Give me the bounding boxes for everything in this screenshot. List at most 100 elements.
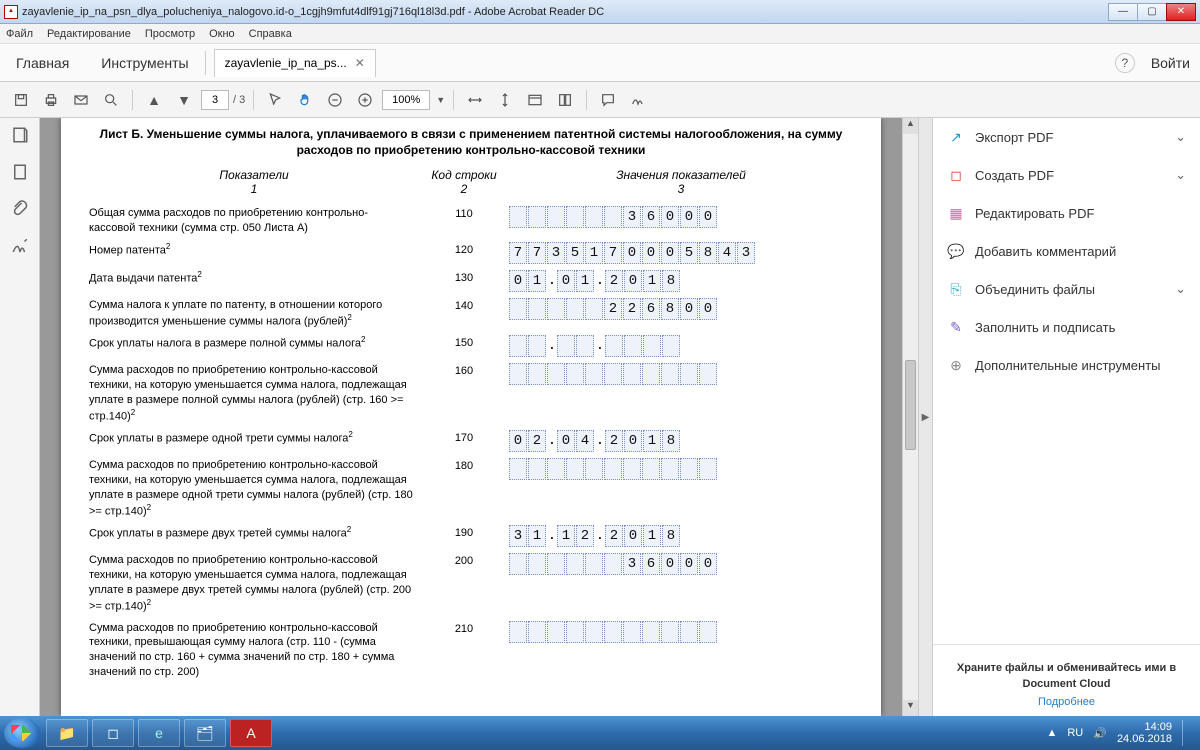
- zoom-in-icon[interactable]: [352, 87, 378, 113]
- attachments-icon[interactable]: [11, 200, 29, 221]
- row-code: 170: [419, 430, 509, 444]
- scroll-down-icon[interactable]: ▼: [903, 700, 918, 716]
- value-cell: 1: [643, 525, 661, 547]
- row-label: Дата выдачи патента2: [89, 270, 419, 287]
- row-value: 7735170005843: [509, 242, 756, 264]
- tool-item[interactable]: ✎Заполнить и подписать: [933, 308, 1200, 346]
- tab-tools[interactable]: Инструменты: [85, 44, 204, 81]
- page-viewport[interactable]: Лист Б. Уменьшение суммы налога, уплачив…: [40, 118, 902, 716]
- tool-icon: ▦: [947, 204, 965, 222]
- window-minimize-button[interactable]: —: [1108, 3, 1138, 21]
- zoom-dropdown-icon[interactable]: ▼: [436, 95, 445, 105]
- value-cell: 7: [509, 242, 527, 264]
- close-tab-icon[interactable]: ✕: [355, 56, 365, 70]
- tool-item[interactable]: ↗Экспорт PDF⌄: [933, 118, 1200, 156]
- taskbar-mediaplayer-icon[interactable]: ◻: [92, 719, 134, 747]
- value-cell: [566, 553, 584, 575]
- row-code: 110: [419, 206, 509, 220]
- bookmarks-icon[interactable]: [11, 163, 29, 184]
- signatures-icon[interactable]: [11, 237, 29, 258]
- tool-item[interactable]: ⊕Дополнительные инструменты: [933, 346, 1200, 384]
- row-code: 180: [419, 458, 509, 472]
- tool-item[interactable]: ◻Создать PDF⌄: [933, 156, 1200, 194]
- row-code: 120: [419, 242, 509, 256]
- tray-show-hidden-icon[interactable]: ▲: [1046, 727, 1057, 739]
- value-cell: 0: [624, 270, 642, 292]
- zoom-out-icon[interactable]: [322, 87, 348, 113]
- page-down-icon[interactable]: ▼: [171, 87, 197, 113]
- hand-tool-icon[interactable]: [292, 87, 318, 113]
- show-desktop-button[interactable]: [1182, 720, 1190, 746]
- page-number-input[interactable]: [201, 90, 229, 110]
- menu-file[interactable]: Файл: [6, 28, 33, 40]
- start-button[interactable]: [4, 718, 40, 748]
- tool-item[interactable]: 💬Добавить комментарий: [933, 232, 1200, 270]
- value-cell: [642, 458, 660, 480]
- value-cell: [509, 298, 527, 320]
- value-cell: 6: [642, 553, 660, 575]
- value-cell: 4: [576, 430, 594, 452]
- help-icon[interactable]: ?: [1115, 53, 1135, 73]
- app-menubar: Файл Редактирование Просмотр Окно Справк…: [0, 24, 1200, 44]
- scroll-up-icon[interactable]: ▲: [903, 118, 918, 134]
- value-cell: 3: [737, 242, 755, 264]
- save-icon[interactable]: [8, 87, 34, 113]
- row-label: Сумма расходов по приобретению контрольн…: [89, 363, 419, 424]
- page-total: / 3: [233, 94, 245, 106]
- document-tab[interactable]: zayavlenie_ip_na_ps... ✕: [214, 49, 376, 77]
- value-cell: [547, 206, 565, 228]
- zoom-input[interactable]: [382, 90, 430, 110]
- scroll-thumb[interactable]: [905, 360, 916, 450]
- comment-icon[interactable]: [595, 87, 621, 113]
- row-label: Срок уплаты налога в размере полной сумм…: [89, 335, 419, 352]
- taskbar-ie-icon[interactable]: e: [138, 719, 180, 747]
- print-icon[interactable]: [38, 87, 64, 113]
- mail-icon[interactable]: [68, 87, 94, 113]
- value-cell: 2: [623, 298, 641, 320]
- collapse-rightpanel-button[interactable]: ▶: [918, 118, 932, 716]
- value-cell: 5: [566, 242, 584, 264]
- sign-icon[interactable]: [625, 87, 651, 113]
- tool-item[interactable]: ⎘Объединить файлы⌄: [933, 270, 1200, 308]
- page-up-icon[interactable]: ▲: [141, 87, 167, 113]
- fit-page-icon[interactable]: [492, 87, 518, 113]
- value-cell: [680, 458, 698, 480]
- value-cell: [585, 553, 603, 575]
- taskbar-acrobat-icon[interactable]: A: [230, 719, 272, 747]
- document-scrollbar[interactable]: ▲ ▼: [902, 118, 918, 716]
- menu-help[interactable]: Справка: [249, 28, 292, 40]
- cloud-learn-more-link[interactable]: Подробнее: [1038, 696, 1095, 708]
- row-code: 200: [419, 553, 509, 567]
- login-button[interactable]: Войти: [1151, 55, 1190, 71]
- window-titlebar: zayavlenie_ip_na_psn_dlya_polucheniya_na…: [0, 0, 1200, 24]
- taskbar-libraries-icon[interactable]: 📁: [46, 719, 88, 747]
- menu-window[interactable]: Окно: [209, 28, 235, 40]
- view-mode-icon[interactable]: [552, 87, 578, 113]
- value-cell: 0: [661, 206, 679, 228]
- row-code: 150: [419, 335, 509, 349]
- value-cell: 0: [680, 206, 698, 228]
- value-cell: 0: [661, 242, 679, 264]
- thumbnails-icon[interactable]: [11, 126, 29, 147]
- menu-view[interactable]: Просмотр: [145, 28, 195, 40]
- tab-home[interactable]: Главная: [0, 44, 85, 81]
- read-mode-icon[interactable]: [522, 87, 548, 113]
- tray-flag-icon[interactable]: 🔊: [1093, 727, 1107, 740]
- value-cell: [566, 621, 584, 643]
- menu-edit[interactable]: Редактирование: [47, 28, 131, 40]
- left-rail: [0, 118, 40, 716]
- window-close-button[interactable]: ✕: [1166, 3, 1196, 21]
- fit-width-icon[interactable]: [462, 87, 488, 113]
- row-label: Срок уплаты в размере одной трети суммы …: [89, 430, 419, 447]
- value-cell: 8: [662, 270, 680, 292]
- value-cell: [604, 206, 622, 228]
- value-cell: 8: [662, 430, 680, 452]
- tray-lang[interactable]: RU: [1067, 727, 1083, 739]
- tool-item[interactable]: ▦Редактировать PDF: [933, 194, 1200, 232]
- select-tool-icon[interactable]: [262, 87, 288, 113]
- search-icon[interactable]: [98, 87, 124, 113]
- value-cell: [528, 458, 546, 480]
- taskbar-explorer-icon[interactable]: 🗂: [184, 719, 226, 747]
- window-maximize-button[interactable]: ▢: [1137, 3, 1167, 21]
- value-cell: 0: [509, 270, 527, 292]
